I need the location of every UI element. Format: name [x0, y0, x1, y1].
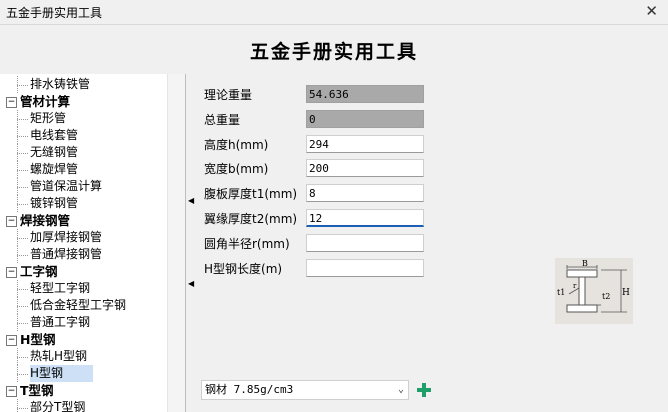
h-beam-section-icon: B H t1 t2 r	[557, 259, 630, 313]
result-field[interactable]: 0	[306, 110, 424, 128]
tree-connector	[17, 246, 18, 263]
page-title: 五金手册实用工具	[249, 41, 418, 63]
diagram-label-r: r	[573, 282, 577, 290]
collapse-toggle-icon[interactable]: −	[6, 97, 17, 108]
tree-item[interactable]: 矩形管	[30, 110, 66, 127]
collapse-toggle-icon[interactable]: −	[6, 267, 17, 278]
tree-connector	[17, 229, 18, 246]
category-tree[interactable]: 排水铸铁管 − 管材计算 矩形管 电线套管 无缝钢管 螺旋焊管 管道保温计算 镀锌钢管 − 焊接钢管…	[0, 74, 186, 412]
field-label: 高度h(mm)	[204, 138, 269, 152]
splitter-expand-icon[interactable]: ◀	[188, 279, 194, 288]
tree-connector	[17, 144, 18, 161]
splitter-collapse-icon[interactable]: ◀	[188, 196, 194, 205]
tree-connector	[17, 204, 28, 205]
tree-category[interactable]: 工字钢	[20, 263, 58, 280]
tree-connector	[17, 170, 28, 171]
tree-connector	[17, 323, 28, 324]
field-label: 翼缘厚度t2(mm)	[204, 212, 298, 226]
input-field[interactable]	[306, 259, 424, 277]
input-field[interactable]: 294	[306, 135, 424, 153]
tree-connector	[17, 85, 28, 86]
tree-item[interactable]: 排水铸铁管	[30, 76, 90, 93]
app-header: 五金手册实用工具	[0, 25, 668, 73]
calculation-form: 钢材 7.85g/cm3 ⌄ 理论重量 54.636 总重量 0 高度h(mm) 294 宽…	[197, 74, 668, 412]
diagram-label-t1: t1	[557, 288, 565, 297]
tree-item[interactable]: 普通工字钢	[30, 314, 90, 331]
tree-connector	[17, 365, 18, 382]
window-title: 五金手册实用工具	[6, 6, 103, 20]
chevron-down-icon[interactable]: ⌄	[398, 381, 404, 399]
input-field[interactable]: 8	[306, 184, 424, 202]
tree-connector	[17, 306, 28, 307]
result-field[interactable]: 54.636	[306, 85, 424, 103]
field-label: 总重量	[204, 113, 241, 127]
material-select-value: 钢材 7.85g/cm3	[205, 383, 294, 396]
tree-connector	[17, 357, 28, 358]
tree-item[interactable]: 普通焊接钢管	[30, 246, 102, 263]
tree-category[interactable]: 管材计算	[20, 93, 70, 110]
diagram-label-b: B	[582, 259, 588, 268]
tree-item[interactable]: 镀锌钢管	[30, 195, 78, 212]
tree-connector	[17, 127, 18, 144]
tree-category[interactable]: H型钢	[20, 331, 55, 348]
h-beam-diagram: B H t1 t2 r	[555, 258, 633, 324]
tree-connector	[17, 76, 18, 93]
tree-connector	[17, 297, 18, 314]
diagram-label-h: H	[622, 288, 630, 298]
field-label: 圆角半径r(mm)	[204, 237, 290, 251]
tree-connector	[17, 178, 18, 195]
tree-connector	[17, 289, 28, 290]
field-label: 理论重量	[204, 88, 253, 102]
tree-connector	[17, 255, 28, 256]
plus-icon-horizontal	[417, 388, 431, 392]
field-label: H型钢长度(m)	[204, 262, 283, 276]
tree-category[interactable]: T型钢	[20, 382, 54, 399]
collapse-toggle-icon[interactable]: −	[6, 216, 17, 227]
tree-connector	[17, 110, 18, 127]
tree-item[interactable]: 螺旋焊管	[30, 161, 78, 178]
tree-connector	[17, 408, 28, 409]
close-icon[interactable]: ✕	[645, 2, 658, 20]
collapse-toggle-icon[interactable]: −	[6, 386, 17, 397]
field-label: 宽度b(mm)	[204, 162, 269, 176]
input-field[interactable]	[306, 234, 424, 252]
panel-splitter[interactable]: ◀ ◀	[186, 74, 196, 412]
tree-item-selected[interactable]: H型钢	[30, 365, 94, 382]
tree-item[interactable]: 电线套管	[30, 127, 78, 144]
tree-connector	[17, 399, 18, 412]
tree-item[interactable]: 加厚焊接钢管	[30, 229, 102, 246]
tree-connector	[17, 161, 18, 178]
tree-category[interactable]: 焊接钢管	[20, 212, 70, 229]
tree-connector	[17, 136, 28, 137]
field-label: 腹板厚度t1(mm)	[204, 187, 298, 201]
tree-scrollbar[interactable]	[167, 74, 185, 412]
tree-connector	[17, 314, 18, 331]
tree-item[interactable]: 低合金轻型工字钢	[30, 297, 126, 314]
diagram-label-t2: t2	[602, 292, 610, 301]
input-field[interactable]: 12	[306, 209, 424, 227]
tree-connector	[17, 195, 18, 212]
collapse-toggle-icon[interactable]: −	[6, 335, 17, 346]
input-field[interactable]: 200	[306, 159, 424, 177]
tree-connector	[17, 119, 28, 120]
tree-connector	[17, 374, 28, 375]
title-bar: 五金手册实用工具 ✕	[0, 0, 668, 25]
tree-connector	[17, 153, 28, 154]
material-select[interactable]: 钢材 7.85g/cm3 ⌄	[201, 380, 409, 400]
tree-connector	[17, 348, 18, 365]
tree-connector	[17, 187, 28, 188]
tree-connector	[17, 280, 18, 297]
tree-connector	[17, 238, 28, 239]
tree-item[interactable]: 热轧H型钢	[30, 348, 87, 365]
tree-item[interactable]: 管道保温计算	[30, 178, 102, 195]
tree-item[interactable]: 无缝钢管	[30, 144, 78, 161]
tree-item[interactable]: 部分T型钢	[30, 399, 85, 412]
tree-item[interactable]: 轻型工字钢	[30, 280, 90, 297]
tree-scrollbar-thumb[interactable]	[172, 74, 181, 412]
add-material-button[interactable]	[416, 382, 432, 398]
